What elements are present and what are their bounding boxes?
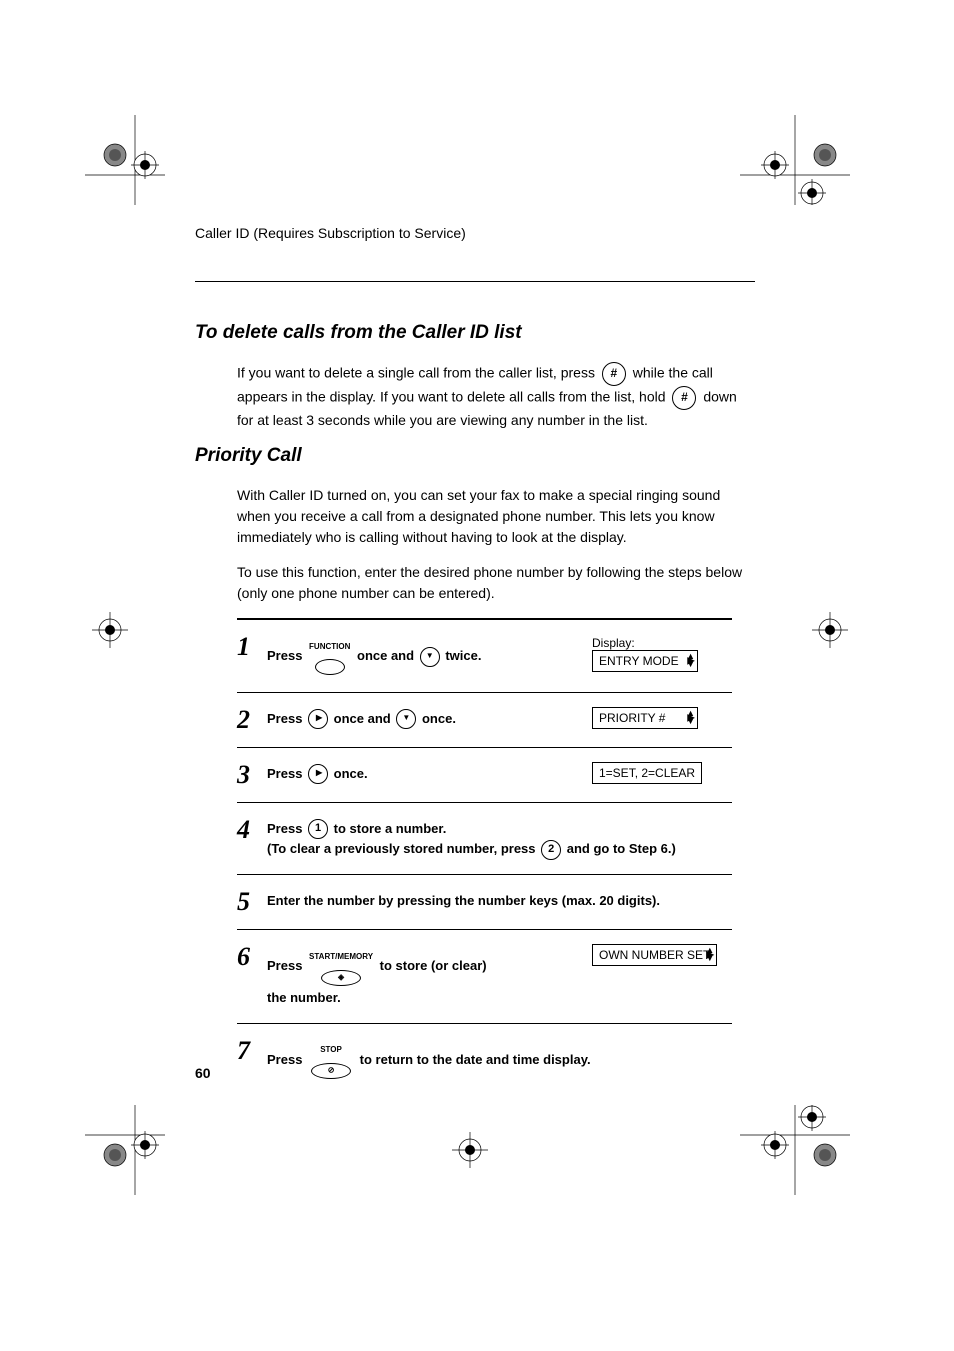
key-label: START/MEMORY: [309, 953, 373, 961]
lcd-text: PRIORITY #: [599, 711, 665, 725]
function-key-icon: FUNCTION: [309, 636, 350, 678]
start-memory-key-icon: START/MEMORY ◈: [309, 946, 373, 988]
text: twice.: [445, 648, 481, 663]
step-6: 6 Press START/MEMORY ◈ to store (or clea…: [237, 930, 732, 1023]
page-header: Caller ID (Requires Subscription to Serv…: [195, 225, 755, 241]
step-1: 1 Press FUNCTION once and twice. Display…: [237, 620, 732, 693]
play-icon: [687, 656, 695, 667]
priority-description: With Caller ID turned on, you can set yo…: [237, 485, 755, 548]
crop-mark-icon: [740, 115, 850, 205]
step-instruction: Press 1 to store a number. (To clear a p…: [267, 817, 732, 861]
steps-table: 1 Press FUNCTION once and twice. Display…: [237, 618, 732, 1095]
text: once.: [422, 711, 456, 726]
hash-key-icon: #: [672, 386, 696, 410]
key-label: STOP: [320, 1046, 342, 1054]
page-number: 60: [195, 1065, 211, 1081]
text: to return to the date and time display.: [360, 1052, 591, 1067]
text: to store (or clear): [380, 958, 487, 973]
crop-mark-icon: [805, 610, 855, 650]
down-arrow-key-icon: [396, 709, 416, 729]
text: and go to Step 6.): [567, 841, 676, 856]
two-key-icon: 2: [541, 840, 561, 860]
text: Press: [267, 1052, 306, 1067]
text: Press: [267, 711, 306, 726]
crop-mark-icon: [740, 1105, 850, 1195]
text: once.: [334, 766, 368, 781]
step-number: 1: [237, 634, 257, 660]
text: once and: [357, 648, 418, 663]
text: Press: [267, 766, 306, 781]
right-arrow-key-icon: [308, 764, 328, 784]
step-instruction: Press FUNCTION once and twice.: [267, 634, 582, 678]
delete-instructions: If you want to delete a single call from…: [237, 362, 755, 431]
step-instruction: Press once.: [267, 762, 582, 785]
step-instruction: Enter the number by pressing the number …: [267, 889, 732, 912]
text: the number.: [267, 990, 341, 1005]
lcd-display: PRIORITY #: [592, 707, 698, 729]
one-key-icon: 1: [308, 819, 328, 839]
step-instruction: Press START/MEMORY ◈ to store (or clear)…: [267, 944, 582, 1008]
crop-mark-icon: [445, 1130, 495, 1170]
step-number: 7: [237, 1038, 257, 1064]
hash-key-icon: #: [602, 362, 626, 386]
crop-mark-icon: [85, 115, 165, 205]
text: (To clear a previously stored number, pr…: [267, 841, 539, 856]
crop-mark-icon: [85, 610, 135, 650]
step-4: 4 Press 1 to store a number. (To clear a…: [237, 803, 732, 876]
text: If you want to delete a single call from…: [237, 365, 599, 381]
text: Press: [267, 648, 302, 663]
right-arrow-key-icon: [308, 709, 328, 729]
step-number: 4: [237, 817, 257, 843]
step-number: 5: [237, 889, 257, 915]
step-7: 7 Press STOP ⊘ to return to the date and…: [237, 1024, 732, 1096]
section-title-delete: To delete calls from the Caller ID list: [195, 322, 755, 344]
stop-key-icon: STOP ⊘: [309, 1040, 353, 1082]
key-label: FUNCTION: [309, 643, 350, 651]
lcd-display: ENTRY MODE: [592, 650, 698, 672]
text: to store a number.: [334, 821, 447, 836]
divider: [195, 281, 755, 282]
display-label: Display:: [592, 636, 635, 650]
text: once and: [334, 711, 395, 726]
step-3: 3 Press once. 1=SET, 2=CLEAR: [237, 748, 732, 803]
step-number: 3: [237, 762, 257, 788]
play-icon: [687, 712, 695, 723]
play-icon: [707, 950, 715, 961]
crop-mark-icon: [85, 1105, 165, 1195]
step-instruction: Press once and once.: [267, 707, 582, 730]
lcd-text: ENTRY MODE: [599, 654, 679, 668]
text: Press: [267, 821, 306, 836]
text: Press: [267, 958, 306, 973]
lcd-text: OWN NUMBER SET: [599, 948, 710, 962]
step-instruction: Press STOP ⊘ to return to the date and t…: [267, 1038, 732, 1082]
step-5: 5 Enter the number by pressing the numbe…: [237, 875, 732, 930]
step-number: 6: [237, 944, 257, 970]
lcd-display: OWN NUMBER SET: [592, 944, 717, 966]
step-2: 2 Press once and once. PRIORITY #: [237, 693, 732, 748]
section-title-priority: Priority Call: [195, 445, 755, 467]
lcd-display: 1=SET, 2=CLEAR: [592, 762, 702, 784]
down-arrow-key-icon: [420, 647, 440, 667]
priority-usage: To use this function, enter the desired …: [237, 562, 755, 604]
step-number: 2: [237, 707, 257, 733]
lcd-text: 1=SET, 2=CLEAR: [599, 766, 695, 780]
